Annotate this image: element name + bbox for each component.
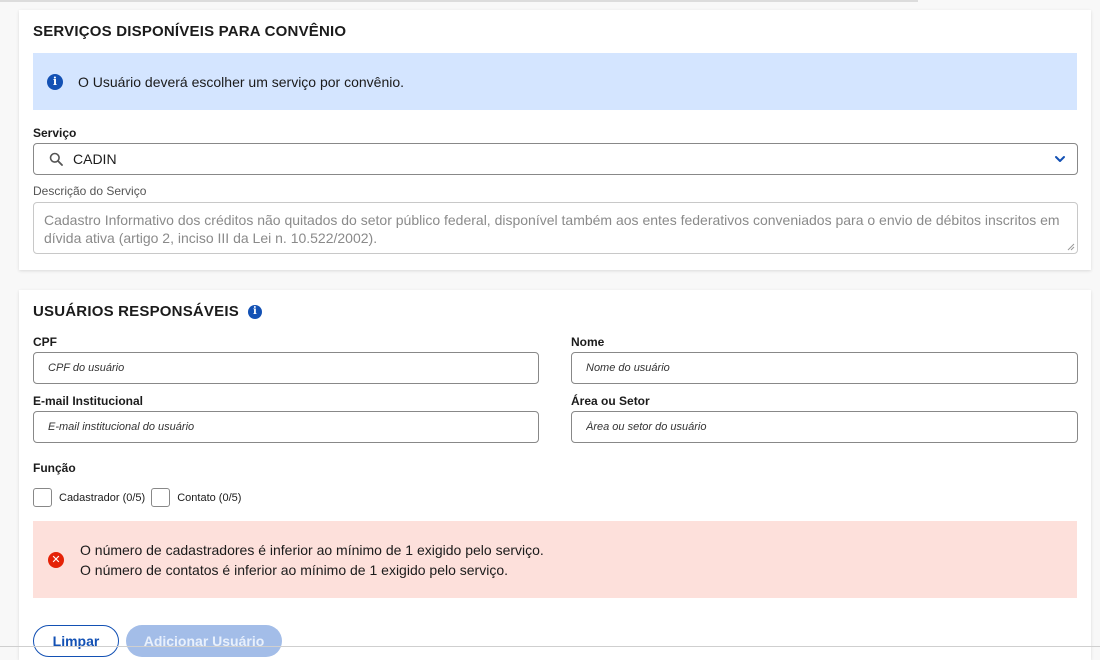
bottom-divider [0, 646, 1100, 647]
error-message: O número de cadastradores é inferior ao … [80, 541, 544, 558]
services-card: SERVIÇOS DISPONÍVEIS PARA CONVÊNIO i O U… [19, 10, 1091, 270]
error-banner: ✕ O número de cadastradores é inferior a… [33, 521, 1077, 598]
resize-grip-icon[interactable] [1067, 243, 1075, 251]
cpf-label: CPF [33, 335, 57, 349]
area-label: Área ou Setor [571, 394, 650, 408]
name-label: Nome [571, 335, 605, 349]
add-user-button[interactable]: Adicionar Usuário [126, 625, 282, 657]
cpf-input[interactable] [33, 352, 539, 384]
search-icon [49, 152, 63, 166]
description-label: Descrição do Serviço [33, 184, 147, 198]
users-title: USUÁRIOS RESPONSÁVEIS [33, 303, 239, 320]
contato-checkbox[interactable] [151, 488, 171, 507]
email-label: E-mail Institucional [33, 394, 144, 408]
info-banner: i O Usuário deverá escolher um serviço p… [33, 53, 1077, 110]
role-label: Função [33, 461, 76, 475]
users-card: USUÁRIOS RESPONSÁVEIS i CPF Nome E-mail … [19, 290, 1091, 660]
description-textarea[interactable]: Cadastro Informativo dos créditos não qu… [33, 202, 1078, 254]
users-title-row: USUÁRIOS RESPONSÁVEIS i [33, 303, 262, 320]
error-message: O número de contatos é inferior ao mínim… [80, 561, 509, 578]
top-divider [0, 0, 918, 2]
contato-label[interactable]: Contato (0/5) [177, 492, 241, 504]
email-input[interactable] [33, 411, 539, 443]
service-select[interactable]: CADIN [33, 143, 1078, 175]
service-select-value: CADIN [73, 151, 117, 167]
cadastrador-checkbox[interactable] [33, 488, 52, 507]
chevron-down-icon[interactable] [1053, 152, 1067, 166]
description-text: Cadastro Informativo dos créditos não qu… [44, 212, 1060, 246]
info-message: O Usuário deverá escolher um serviço por… [78, 73, 405, 90]
error-messages: O número de cadastradores é inferior ao … [80, 540, 544, 580]
info-icon: i [47, 73, 63, 90]
clear-button[interactable]: Limpar [33, 625, 119, 657]
info-icon[interactable]: i [247, 304, 262, 319]
service-label: Serviço [33, 126, 77, 140]
role-options: Cadastrador (0/5) Contato (0/5) [33, 488, 247, 507]
services-title: SERVIÇOS DISPONÍVEIS PARA CONVÊNIO [33, 23, 347, 40]
error-icon: ✕ [48, 551, 64, 568]
cadastrador-label[interactable]: Cadastrador (0/5) [59, 492, 145, 504]
name-input[interactable] [571, 352, 1078, 384]
area-input[interactable] [571, 411, 1078, 443]
